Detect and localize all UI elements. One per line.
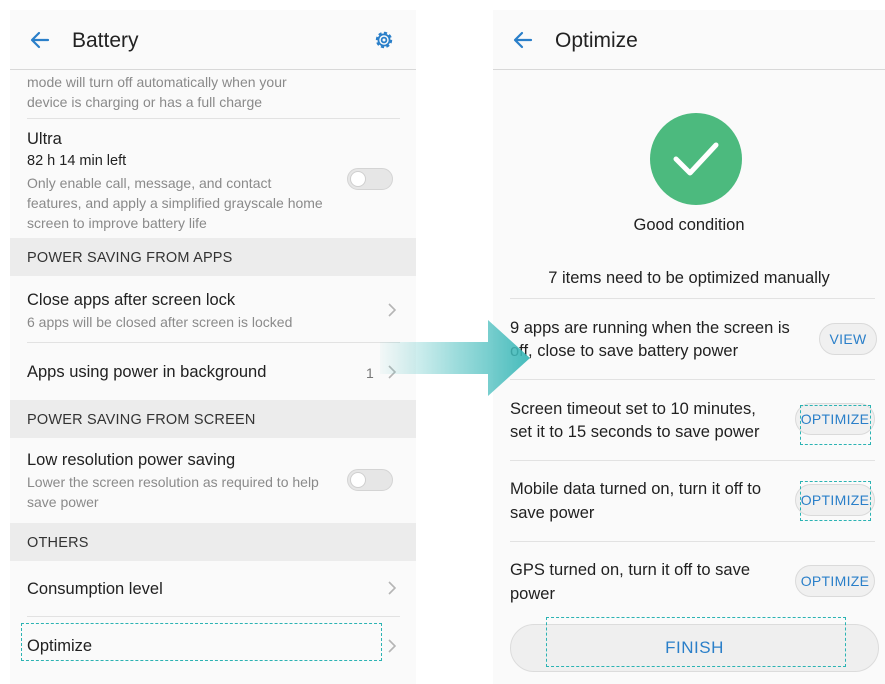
section-label: POWER SAVING FROM APPS: [27, 250, 233, 266]
divider: [27, 342, 400, 343]
optimize-highlight-box: [21, 623, 382, 661]
item-text-line1: Mobile data turned on, turn it off to: [510, 480, 762, 498]
status-text: Good condition: [633, 216, 745, 234]
item-text-line1: GPS turned on, turn it off to save: [510, 561, 750, 579]
background-apps-title: Apps using power in background: [27, 363, 267, 381]
divider: [510, 379, 875, 380]
divider: [27, 118, 400, 119]
ultra-description: Only enable call, message, and contact f…: [27, 175, 323, 231]
optimize-highlight-box: [800, 405, 871, 445]
item-text-line1: 9 apps are running when the screen is: [510, 319, 790, 337]
back-arrow-icon[interactable]: [28, 28, 52, 52]
chevron-right-icon: [388, 581, 397, 595]
consumption-level-title: Consumption level: [27, 580, 163, 598]
chevron-right-icon: [388, 639, 397, 653]
background-apps-count: 1: [366, 365, 374, 381]
optimize-screen: Optimize Good condition 7 items need to …: [493, 10, 885, 684]
ultra-time-left: 82 h 14 min left: [27, 153, 127, 169]
section-label: POWER SAVING FROM SCREEN: [27, 412, 256, 428]
optimize-highlight-box: [800, 481, 871, 521]
page-title: Optimize: [555, 29, 638, 52]
item-text-line2: save power: [510, 504, 595, 522]
finish-highlight-box: [546, 617, 846, 667]
ultra-toggle[interactable]: [347, 168, 393, 190]
flow-arrow-icon: [380, 320, 530, 396]
back-arrow-icon[interactable]: [511, 28, 535, 52]
item-text-line2: power: [510, 585, 555, 603]
divider: [510, 298, 875, 299]
section-label: OTHERS: [27, 535, 89, 551]
status-circle: [650, 113, 742, 205]
battery-app-bar: Battery: [10, 10, 416, 70]
optimize-button[interactable]: OPTIMIZE: [795, 565, 875, 597]
power-saving-note-line1: mode will turn off automatically when yo…: [27, 74, 287, 90]
section-header-apps: POWER SAVING FROM APPS: [10, 238, 416, 276]
checkmark-icon: [673, 142, 719, 176]
optimize-app-bar: Optimize: [493, 10, 885, 70]
section-header-others: OTHERS: [10, 523, 416, 561]
page-title: Battery: [72, 29, 139, 52]
gear-icon[interactable]: [372, 28, 396, 52]
view-button[interactable]: VIEW: [819, 323, 877, 355]
divider: [27, 616, 400, 617]
divider: [510, 460, 875, 461]
section-header-screen: POWER SAVING FROM SCREEN: [10, 400, 416, 438]
close-apps-description: 6 apps will be closed after screen is lo…: [27, 314, 293, 330]
low-resolution-toggle[interactable]: [347, 469, 393, 491]
ultra-title: Ultra: [27, 130, 62, 148]
power-saving-note-line2: device is charging or has a full charge: [27, 94, 263, 110]
item-text-line2: off, close to save battery power: [510, 342, 739, 360]
low-resolution-description: Lower the screen resolution as required …: [27, 474, 319, 510]
item-text-line2: set it to 15 seconds to save power: [510, 423, 760, 441]
item-text-line1: Screen timeout set to 10 minutes,: [510, 400, 756, 418]
close-apps-title: Close apps after screen lock: [27, 291, 236, 309]
low-resolution-title: Low resolution power saving: [27, 451, 236, 469]
items-summary: 7 items need to be optimized manually: [548, 269, 830, 287]
battery-screen: Battery mode will turn off automatically…: [10, 10, 416, 684]
chevron-right-icon: [388, 303, 397, 317]
toggle-knob: [350, 171, 366, 187]
divider: [510, 541, 875, 542]
toggle-knob: [350, 472, 366, 488]
